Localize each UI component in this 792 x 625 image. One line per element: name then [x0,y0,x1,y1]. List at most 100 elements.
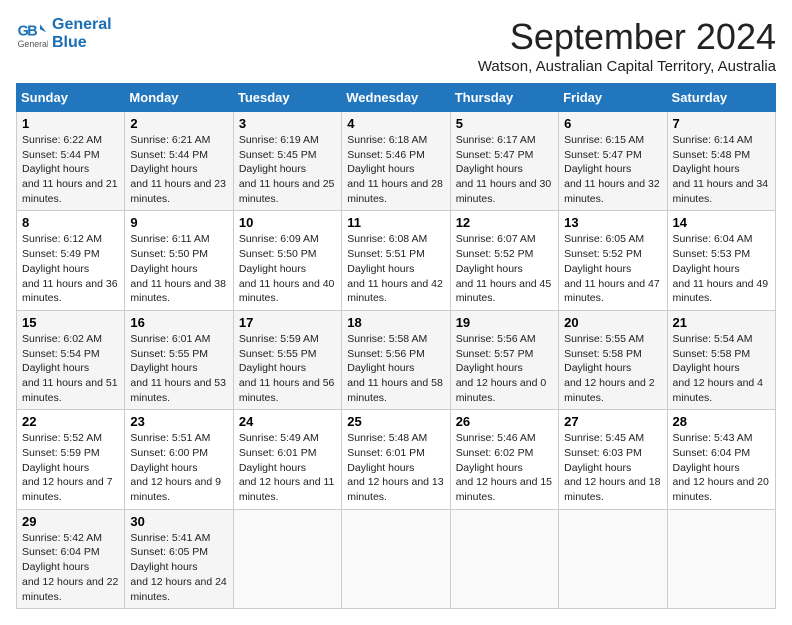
day-info: Sunrise: 6:14 AM Sunset: 5:48 PM Dayligh… [673,133,770,206]
day-info: Sunrise: 5:45 AM Sunset: 6:03 PM Dayligh… [564,431,661,504]
day-info: Sunrise: 5:54 AM Sunset: 5:58 PM Dayligh… [673,332,770,405]
day-info: Sunrise: 6:01 AM Sunset: 5:55 PM Dayligh… [130,332,227,405]
day-info: Sunrise: 6:08 AM Sunset: 5:51 PM Dayligh… [347,232,444,305]
calendar-cell: 19 Sunrise: 5:56 AM Sunset: 5:57 PM Dayl… [450,310,558,409]
day-info: Sunrise: 5:58 AM Sunset: 5:56 PM Dayligh… [347,332,444,405]
day-number: 7 [673,116,770,131]
calendar-week-2: 8 Sunrise: 6:12 AM Sunset: 5:49 PM Dayli… [17,211,776,310]
month-title: September 2024 [478,16,776,58]
day-info: Sunrise: 5:43 AM Sunset: 6:04 PM Dayligh… [673,431,770,504]
day-number: 14 [673,215,770,230]
day-number: 18 [347,315,444,330]
day-info: Sunrise: 5:56 AM Sunset: 5:57 PM Dayligh… [456,332,553,405]
page-header: G B General General Blue September 2024 … [16,16,776,75]
title-block: September 2024 Watson, Australian Capita… [478,16,776,75]
weekday-header-thursday: Thursday [450,84,558,112]
calendar-table: SundayMondayTuesdayWednesdayThursdayFrid… [16,83,776,609]
day-number: 23 [130,414,227,429]
calendar-cell: 8 Sunrise: 6:12 AM Sunset: 5:49 PM Dayli… [17,211,125,310]
calendar-cell: 30 Sunrise: 5:41 AM Sunset: 6:05 PM Dayl… [125,509,233,608]
day-number: 27 [564,414,661,429]
day-number: 1 [22,116,119,131]
calendar-week-5: 29 Sunrise: 5:42 AM Sunset: 6:04 PM Dayl… [17,509,776,608]
calendar-cell: 21 Sunrise: 5:54 AM Sunset: 5:58 PM Dayl… [667,310,775,409]
day-number: 21 [673,315,770,330]
day-number: 28 [673,414,770,429]
day-info: Sunrise: 6:19 AM Sunset: 5:45 PM Dayligh… [239,133,336,206]
logo-text: General Blue [52,16,112,51]
day-info: Sunrise: 5:42 AM Sunset: 6:04 PM Dayligh… [22,531,119,604]
day-info: Sunrise: 5:46 AM Sunset: 6:02 PM Dayligh… [456,431,553,504]
day-info: Sunrise: 6:15 AM Sunset: 5:47 PM Dayligh… [564,133,661,206]
day-number: 16 [130,315,227,330]
calendar-cell: 27 Sunrise: 5:45 AM Sunset: 6:03 PM Dayl… [559,410,667,509]
day-number: 17 [239,315,336,330]
calendar-cell [667,509,775,608]
calendar-cell: 9 Sunrise: 6:11 AM Sunset: 5:50 PM Dayli… [125,211,233,310]
day-number: 3 [239,116,336,131]
day-number: 22 [22,414,119,429]
day-number: 9 [130,215,227,230]
day-number: 8 [22,215,119,230]
calendar-cell: 14 Sunrise: 6:04 AM Sunset: 5:53 PM Dayl… [667,211,775,310]
logo-line2: Blue [52,34,112,52]
calendar-cell: 12 Sunrise: 6:07 AM Sunset: 5:52 PM Dayl… [450,211,558,310]
day-info: Sunrise: 6:09 AM Sunset: 5:50 PM Dayligh… [239,232,336,305]
day-number: 30 [130,514,227,529]
calendar-cell: 25 Sunrise: 5:48 AM Sunset: 6:01 PM Dayl… [342,410,450,509]
calendar-cell: 24 Sunrise: 5:49 AM Sunset: 6:01 PM Dayl… [233,410,341,509]
day-number: 24 [239,414,336,429]
day-number: 29 [22,514,119,529]
day-number: 4 [347,116,444,131]
day-number: 13 [564,215,661,230]
calendar-cell: 3 Sunrise: 6:19 AM Sunset: 5:45 PM Dayli… [233,112,341,211]
day-number: 2 [130,116,227,131]
calendar-week-4: 22 Sunrise: 5:52 AM Sunset: 5:59 PM Dayl… [17,410,776,509]
day-number: 25 [347,414,444,429]
calendar-cell: 15 Sunrise: 6:02 AM Sunset: 5:54 PM Dayl… [17,310,125,409]
day-info: Sunrise: 6:02 AM Sunset: 5:54 PM Dayligh… [22,332,119,405]
weekday-header-wednesday: Wednesday [342,84,450,112]
calendar-cell: 23 Sunrise: 5:51 AM Sunset: 6:00 PM Dayl… [125,410,233,509]
weekday-header-saturday: Saturday [667,84,775,112]
day-number: 11 [347,215,444,230]
day-info: Sunrise: 6:04 AM Sunset: 5:53 PM Dayligh… [673,232,770,305]
calendar-cell [559,509,667,608]
calendar-cell [233,509,341,608]
day-info: Sunrise: 6:22 AM Sunset: 5:44 PM Dayligh… [22,133,119,206]
day-info: Sunrise: 5:55 AM Sunset: 5:58 PM Dayligh… [564,332,661,405]
calendar-cell: 18 Sunrise: 5:58 AM Sunset: 5:56 PM Dayl… [342,310,450,409]
calendar-cell: 4 Sunrise: 6:18 AM Sunset: 5:46 PM Dayli… [342,112,450,211]
day-number: 12 [456,215,553,230]
location-title: Watson, Australian Capital Territory, Au… [478,58,776,75]
svg-text:General: General [18,38,48,48]
calendar-cell: 5 Sunrise: 6:17 AM Sunset: 5:47 PM Dayli… [450,112,558,211]
day-info: Sunrise: 5:49 AM Sunset: 6:01 PM Dayligh… [239,431,336,504]
day-info: Sunrise: 5:41 AM Sunset: 6:05 PM Dayligh… [130,531,227,604]
calendar-cell: 22 Sunrise: 5:52 AM Sunset: 5:59 PM Dayl… [17,410,125,509]
calendar-cell: 28 Sunrise: 5:43 AM Sunset: 6:04 PM Dayl… [667,410,775,509]
day-info: Sunrise: 6:05 AM Sunset: 5:52 PM Dayligh… [564,232,661,305]
weekday-header-monday: Monday [125,84,233,112]
logo: G B General General Blue [16,16,112,51]
day-number: 5 [456,116,553,131]
calendar-cell: 29 Sunrise: 5:42 AM Sunset: 6:04 PM Dayl… [17,509,125,608]
calendar-cell: 7 Sunrise: 6:14 AM Sunset: 5:48 PM Dayli… [667,112,775,211]
calendar-cell: 13 Sunrise: 6:05 AM Sunset: 5:52 PM Dayl… [559,211,667,310]
day-info: Sunrise: 6:12 AM Sunset: 5:49 PM Dayligh… [22,232,119,305]
weekday-header-tuesday: Tuesday [233,84,341,112]
weekday-header-friday: Friday [559,84,667,112]
day-number: 6 [564,116,661,131]
day-info: Sunrise: 6:17 AM Sunset: 5:47 PM Dayligh… [456,133,553,206]
day-number: 15 [22,315,119,330]
day-number: 26 [456,414,553,429]
svg-text:B: B [27,23,37,39]
day-info: Sunrise: 5:59 AM Sunset: 5:55 PM Dayligh… [239,332,336,405]
logo-icon: G B General [16,18,48,50]
calendar-week-3: 15 Sunrise: 6:02 AM Sunset: 5:54 PM Dayl… [17,310,776,409]
calendar-cell: 1 Sunrise: 6:22 AM Sunset: 5:44 PM Dayli… [17,112,125,211]
calendar-cell: 17 Sunrise: 5:59 AM Sunset: 5:55 PM Dayl… [233,310,341,409]
weekday-header-row: SundayMondayTuesdayWednesdayThursdayFrid… [17,84,776,112]
calendar-cell: 11 Sunrise: 6:08 AM Sunset: 5:51 PM Dayl… [342,211,450,310]
calendar-cell: 16 Sunrise: 6:01 AM Sunset: 5:55 PM Dayl… [125,310,233,409]
